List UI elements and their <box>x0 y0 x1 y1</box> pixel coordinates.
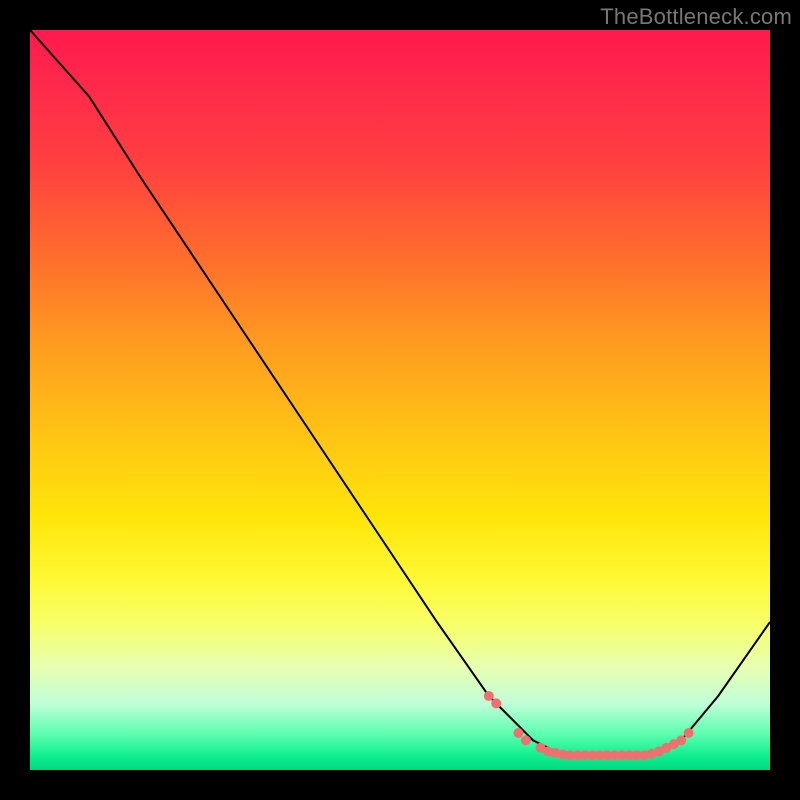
data-dots <box>484 691 694 760</box>
data-dot <box>521 735 531 745</box>
data-dot <box>484 691 494 701</box>
plot-area <box>30 30 770 770</box>
curve-svg <box>30 30 770 770</box>
bottleneck-curve <box>30 30 770 755</box>
chart-frame: TheBottleneck.com <box>0 0 800 800</box>
data-dot <box>684 728 694 738</box>
data-dot <box>513 728 523 738</box>
data-dot <box>491 698 501 708</box>
data-dot <box>676 735 686 745</box>
watermark-text: TheBottleneck.com <box>600 4 792 30</box>
